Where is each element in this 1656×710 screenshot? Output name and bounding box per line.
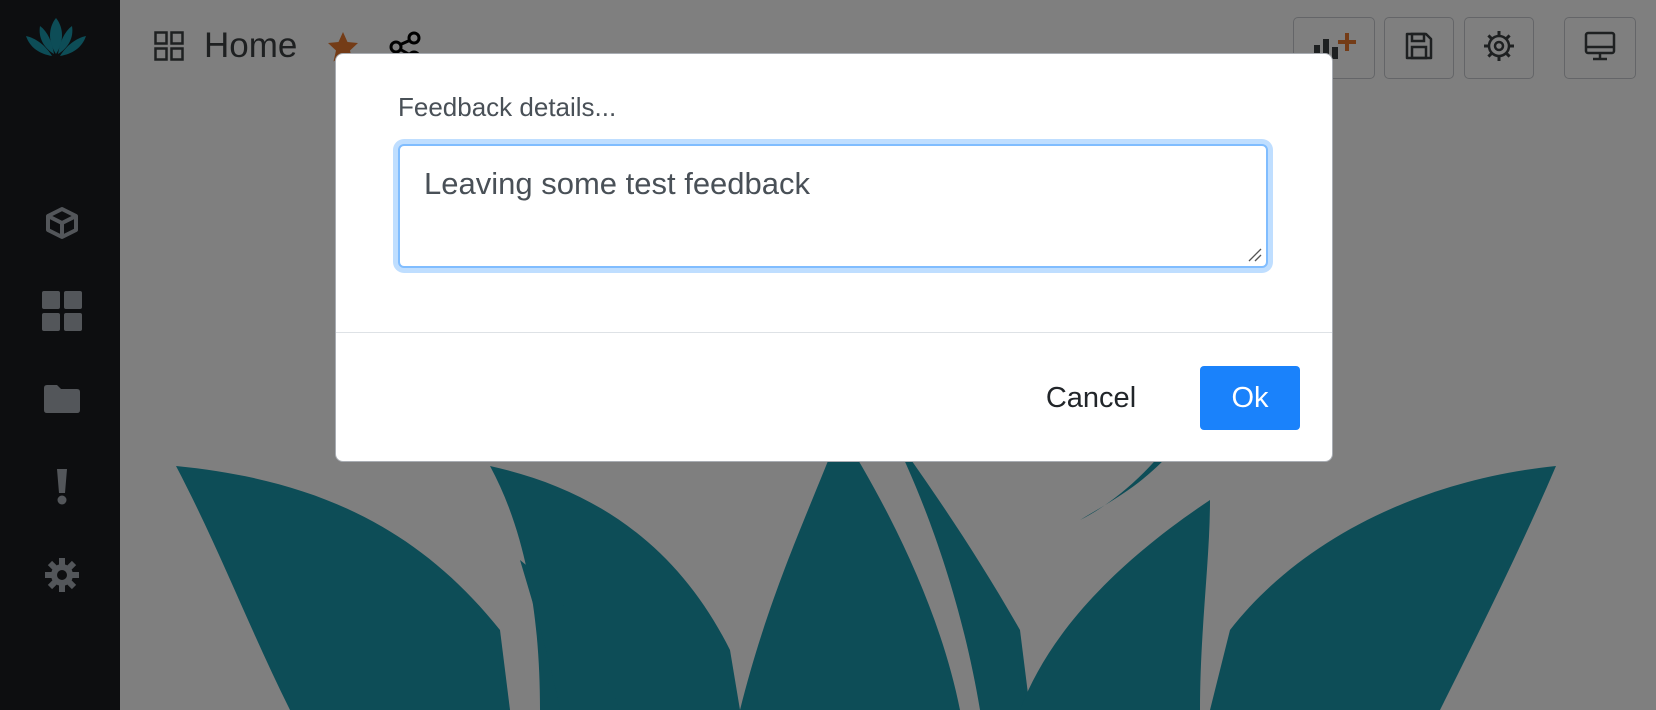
modal-divider <box>336 332 1332 333</box>
feedback-label: Feedback details... <box>398 92 617 122</box>
cancel-button[interactable]: Cancel <box>1036 366 1146 430</box>
feedback-textarea[interactable]: Leaving some test feedback <box>398 144 1268 268</box>
feedback-dialog: Feedback details... Leaving some test fe… <box>335 53 1333 462</box>
feedback-textarea-value: Leaving some test feedback <box>424 166 811 201</box>
resize-handle-icon[interactable] <box>1248 248 1262 262</box>
ok-button[interactable]: Ok <box>1200 366 1300 430</box>
